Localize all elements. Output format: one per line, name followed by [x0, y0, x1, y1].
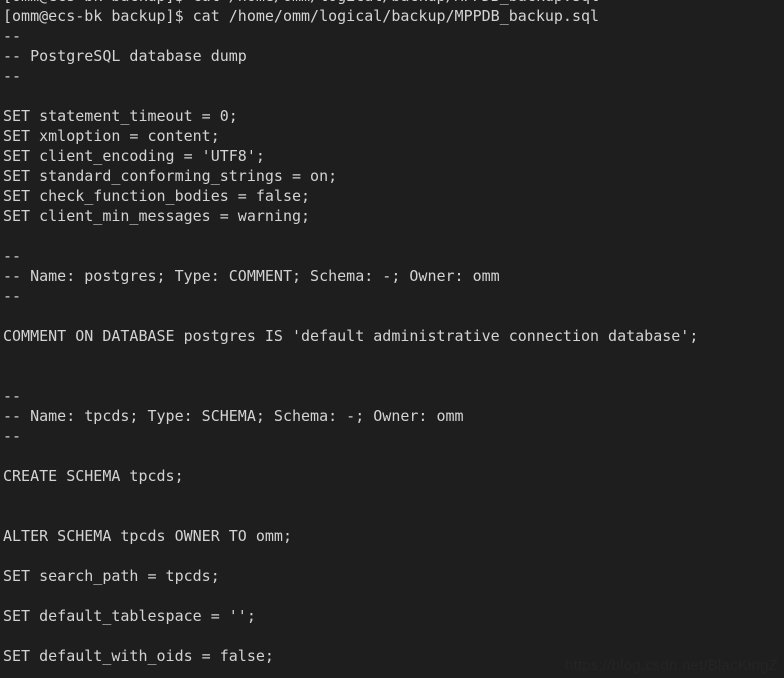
terminal-line: -- — [3, 27, 22, 45]
terminal-line: SET search_path = tpcds; — [3, 567, 220, 585]
terminal-line: -- — [3, 427, 22, 445]
terminal-line: SET statement_timeout = 0; — [3, 107, 238, 125]
terminal-line: -- PostgreSQL database dump — [3, 47, 247, 65]
terminal-line: ALTER SCHEMA tpcds OWNER TO omm; — [3, 527, 292, 545]
terminal-line: CREATE SCHEMA tpcds; — [3, 467, 184, 485]
terminal-line: SET xmloption = content; — [3, 127, 220, 145]
terminal-line: -- — [3, 67, 22, 85]
terminal-line: SET check_function_bodies = false; — [3, 187, 311, 205]
terminal-line: -- — [3, 287, 22, 305]
terminal-line: -- — [3, 247, 22, 265]
terminal-line: SET client_min_messages = warning; — [3, 207, 311, 225]
terminal-line: SET default_tablespace = ''; — [3, 607, 256, 625]
terminal-line: COMMENT ON DATABASE postgres IS 'default… — [3, 327, 699, 345]
terminal-line: -- — [3, 387, 22, 405]
terminal-screen-buffer: [omm@ecs-bk backup]$ cat /home/omm/logic… — [3, 0, 784, 666]
terminal-line: -- Name: tpcds; Type: SCHEMA; Schema: -;… — [3, 407, 464, 425]
terminal-line: -- Name: postgres; Type: COMMENT; Schema… — [3, 267, 500, 285]
terminal-line: SET default_with_oids = false; — [3, 647, 274, 665]
terminal-line: SET standard_conforming_strings = on; — [3, 167, 338, 185]
terminal-window[interactable]: [omm@ecs-bk backup]$ cat /home/omm/logic… — [0, 0, 784, 678]
terminal-line: SET client_encoding = 'UTF8'; — [3, 147, 265, 165]
terminal-line: [omm@ecs-bk backup]$ cat /home/omm/logic… — [3, 7, 600, 25]
